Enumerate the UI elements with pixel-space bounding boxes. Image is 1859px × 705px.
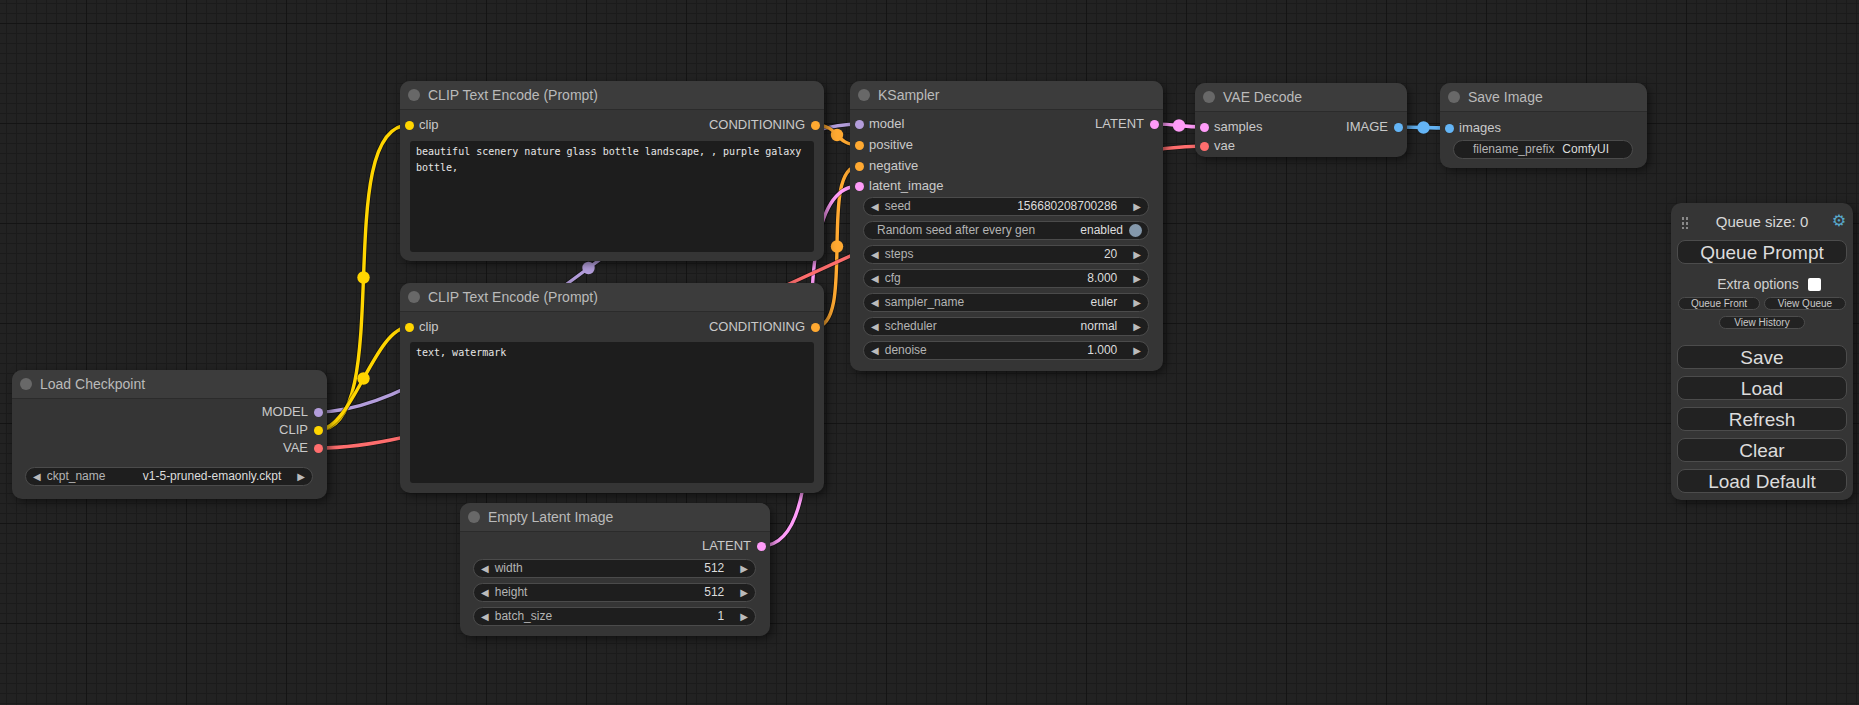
- link-midpoint-dot: [1417, 121, 1429, 133]
- refresh-button[interactable]: Refresh: [1677, 407, 1847, 431]
- extra-options-checkbox[interactable]: [1808, 278, 1821, 291]
- view-queue-button[interactable]: View Queue: [1764, 297, 1846, 310]
- link-midpoint-dot: [582, 262, 594, 274]
- link-midpoint-dot: [357, 372, 369, 384]
- queue-panel-header: Queue size: 0 ⚙: [1671, 214, 1853, 230]
- load-default-button[interactable]: Load Default: [1677, 469, 1847, 493]
- link-midpoint-dot: [1173, 119, 1185, 131]
- queue-panel: Queue size: 0 ⚙ Queue Prompt Extra optio…: [1671, 203, 1853, 500]
- queue-prompt-button[interactable]: Queue Prompt: [1677, 240, 1847, 264]
- link-midpoint-dot: [755, 291, 767, 303]
- link-midpoint-dot: [831, 240, 843, 252]
- clear-button[interactable]: Clear: [1677, 438, 1847, 462]
- link-midpoint-dot: [357, 271, 369, 283]
- extra-options-row: Extra options: [1671, 277, 1853, 291]
- queue-front-button[interactable]: Queue Front: [1678, 297, 1760, 310]
- link-layer: [0, 0, 1859, 705]
- view-history-button[interactable]: View History: [1719, 316, 1804, 329]
- link-midpoint-dot: [831, 129, 843, 141]
- panel-drag-handle-icon[interactable]: [1681, 216, 1689, 229]
- extra-options-label: Extra options: [1717, 276, 1799, 292]
- queue-size-label: Queue size: 0: [1671, 214, 1853, 230]
- link-midpoint-dot: [804, 360, 816, 372]
- settings-gear-icon[interactable]: ⚙: [1832, 212, 1846, 230]
- load-button[interactable]: Load: [1677, 376, 1847, 400]
- comfyui-canvas[interactable]: { "queue_panel": { "queue_size_label": "…: [0, 0, 1859, 705]
- save-button[interactable]: Save: [1677, 345, 1847, 369]
